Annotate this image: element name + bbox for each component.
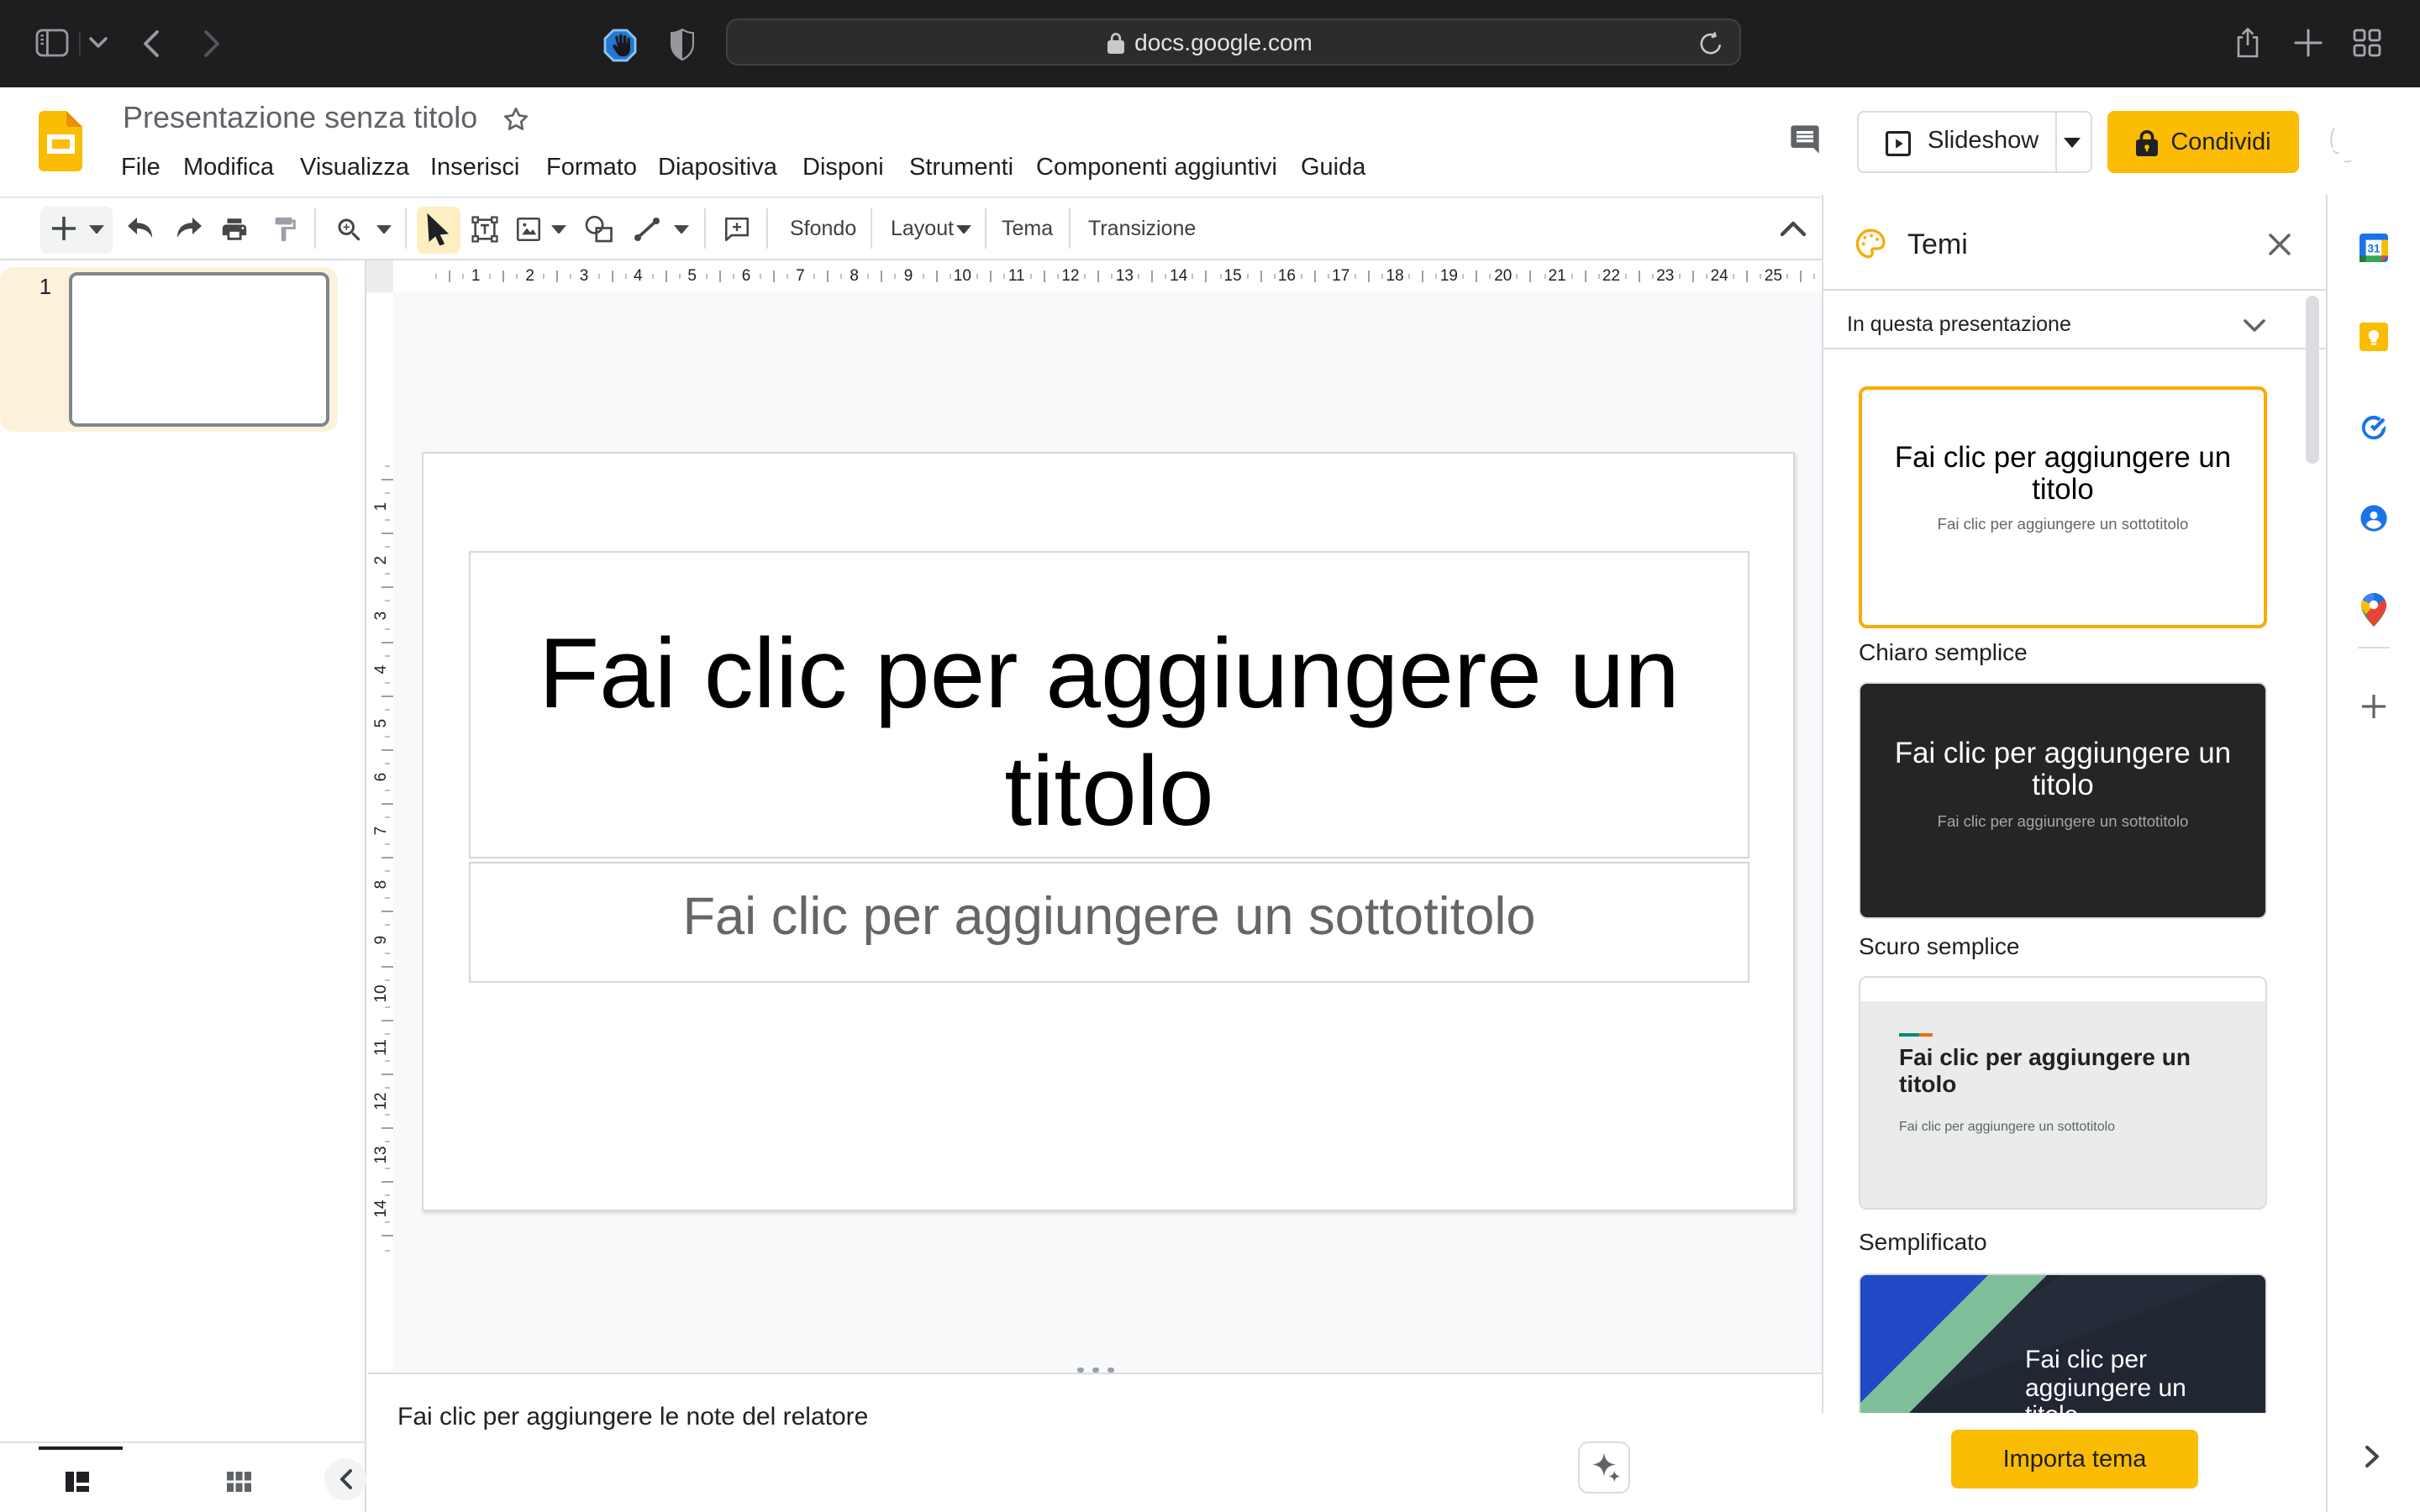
- svg-text:31: 31: [2367, 242, 2381, 255]
